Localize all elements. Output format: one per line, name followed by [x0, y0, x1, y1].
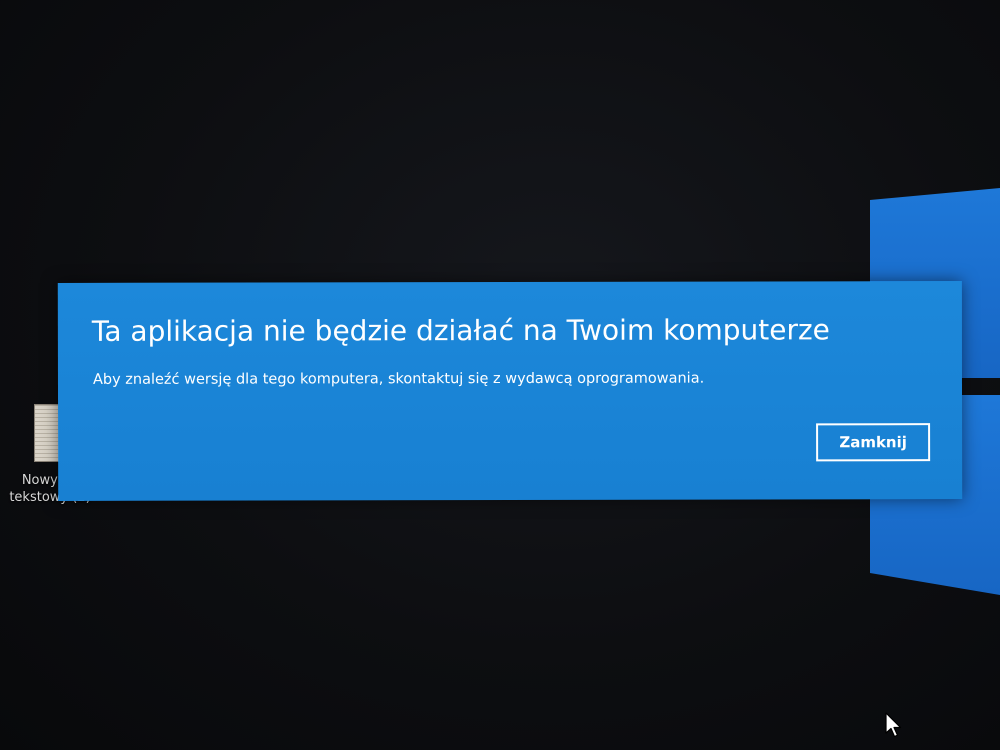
desktop-background: Nowy do tekstowy (2) Ta aplikacja nie bę…: [0, 0, 1000, 750]
app-compatibility-dialog: Ta aplikacja nie będzie działać na Twoim…: [57, 281, 963, 501]
dialog-title: Ta aplikacja nie będzie działać na Twoim…: [91, 313, 830, 348]
dialog-message: Aby znaleźć wersję dla tego komputera, s…: [92, 370, 705, 388]
mouse-pointer-icon: [885, 712, 902, 738]
close-button[interactable]: Zamknij: [816, 423, 931, 462]
